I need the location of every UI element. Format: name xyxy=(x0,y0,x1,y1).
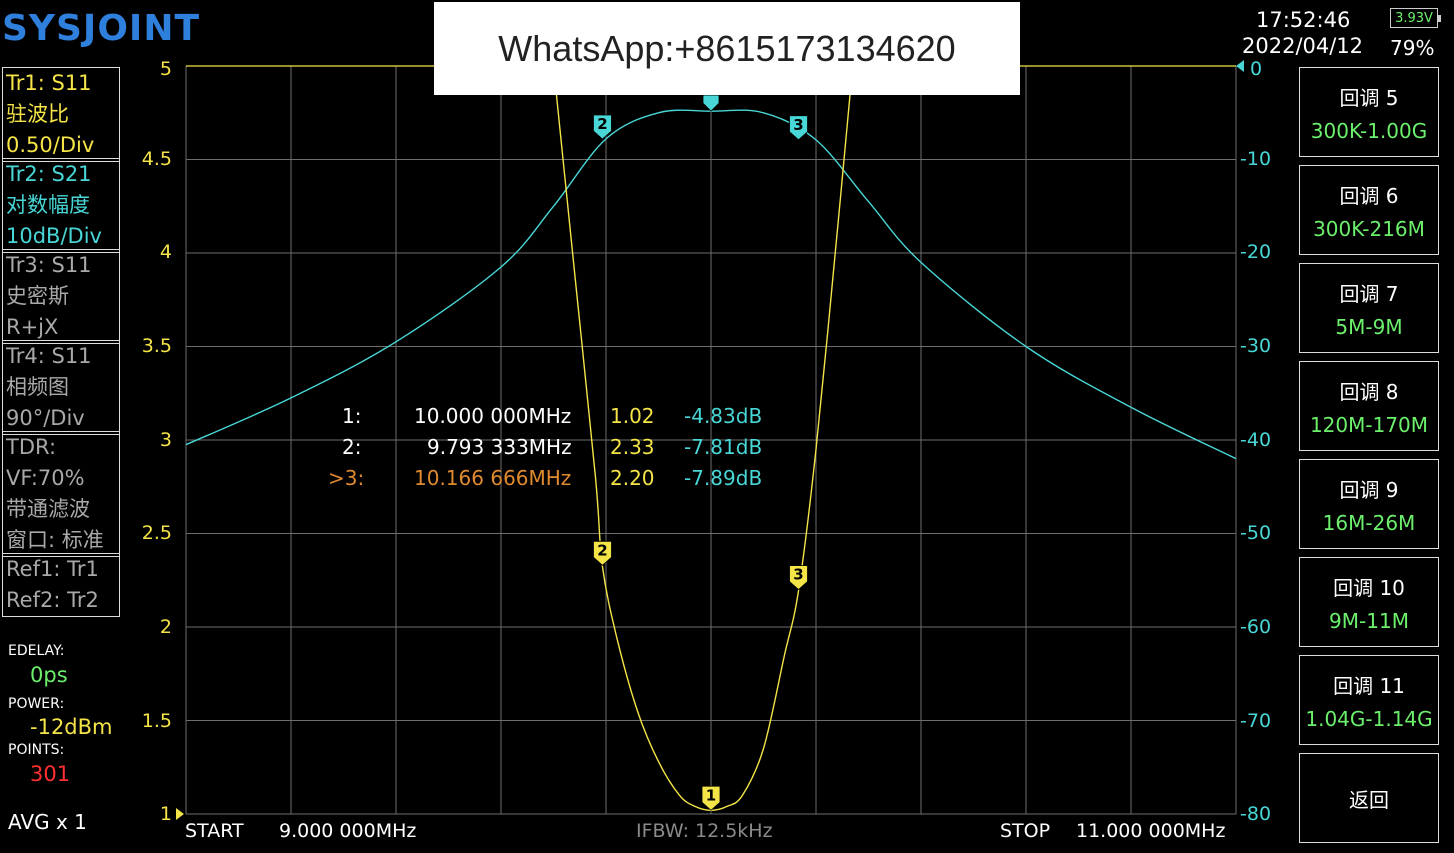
swr-marker-3: 3 xyxy=(789,565,808,591)
recall-10-button[interactable]: 回调 10 9M-11M xyxy=(1299,557,1439,647)
recall-7-button[interactable]: 回调 7 5M-9M xyxy=(1299,263,1439,353)
recall-9-title: 回调 9 xyxy=(1339,477,1399,502)
recall-8-button[interactable]: 回调 8 120M-170M xyxy=(1299,361,1439,451)
s21-marker-3: 3 xyxy=(789,115,808,141)
recall-11-button[interactable]: 回调 11 1.04G-1.14G xyxy=(1299,655,1439,745)
stop-label: STOP xyxy=(1000,820,1051,842)
watermark-banner: WhatsApp:+8615173134620 xyxy=(434,2,1020,95)
recall-8-title: 回调 8 xyxy=(1339,379,1399,404)
marker-1-freq: 10.000 000MHz xyxy=(414,404,572,428)
swr-marker-1: 1 xyxy=(701,785,721,811)
recall-6-range: 300K-216M xyxy=(1313,216,1425,241)
left-reference-arrow-icon xyxy=(176,808,184,820)
stop-frequency[interactable]: 11.000 000MHz xyxy=(1076,820,1225,842)
marker-2-freq: 9.793 333MHz xyxy=(427,435,572,459)
right-reference-arrow-icon xyxy=(1236,60,1244,72)
recall-9-range: 16M-26M xyxy=(1322,510,1416,535)
s21-marker-2: 2 xyxy=(593,114,612,140)
recall-6-title: 回调 6 xyxy=(1339,183,1399,208)
recall-8-range: 120M-170M xyxy=(1309,412,1429,437)
s21-marker-1 xyxy=(702,94,720,112)
recall-9-button[interactable]: 回调 9 16M-26M xyxy=(1299,459,1439,549)
recall-5-title: 回调 5 xyxy=(1339,85,1399,110)
swr-marker-1-label: 1 xyxy=(706,786,716,804)
recall-5-button[interactable]: 回调 5 300K-1.00G xyxy=(1299,67,1439,157)
marker-1-swr: 1.02 xyxy=(610,404,655,428)
marker-2-id: 2: xyxy=(342,435,362,459)
marker-3-swr: 2.20 xyxy=(610,466,655,490)
marker-3-id: >3: xyxy=(328,466,365,490)
s21-marker-1-flag-icon xyxy=(702,94,720,112)
recall-7-title: 回调 7 xyxy=(1339,281,1399,306)
back-button[interactable]: 返回 xyxy=(1299,753,1439,843)
marker-1-db: -4.83dB xyxy=(684,404,763,428)
marker-3-freq: 10.166 666MHz xyxy=(414,466,572,490)
recall-10-range: 9M-11M xyxy=(1329,608,1409,633)
ifbw-readout[interactable]: IFBW: 12.5kHz xyxy=(636,820,773,842)
start-frequency[interactable]: 9.000 000MHz xyxy=(279,820,416,842)
recall-11-range: 1.04G-1.14G xyxy=(1305,706,1433,731)
recall-10-title: 回调 10 xyxy=(1333,575,1405,600)
marker-2-swr: 2.33 xyxy=(610,435,655,459)
recall-5-range: 300K-1.00G xyxy=(1310,118,1428,143)
start-label: START xyxy=(185,820,244,842)
back-label: 返回 xyxy=(1349,787,1389,812)
s21-marker-2-label: 2 xyxy=(597,115,607,133)
swr-marker-2: 2 xyxy=(593,540,612,566)
swr-marker-2-label: 2 xyxy=(597,541,607,559)
marker-2-db: -7.81dB xyxy=(684,435,763,459)
recall-6-button[interactable]: 回调 6 300K-216M xyxy=(1299,165,1439,255)
marker-3-db: -7.89dB xyxy=(684,466,763,490)
s21-marker-3-label: 3 xyxy=(793,116,803,134)
recall-7-range: 5M-9M xyxy=(1335,314,1403,339)
recall-11-title: 回调 11 xyxy=(1333,673,1405,698)
swr-marker-3-label: 3 xyxy=(793,566,803,584)
marker-1-id: 1: xyxy=(342,404,362,428)
